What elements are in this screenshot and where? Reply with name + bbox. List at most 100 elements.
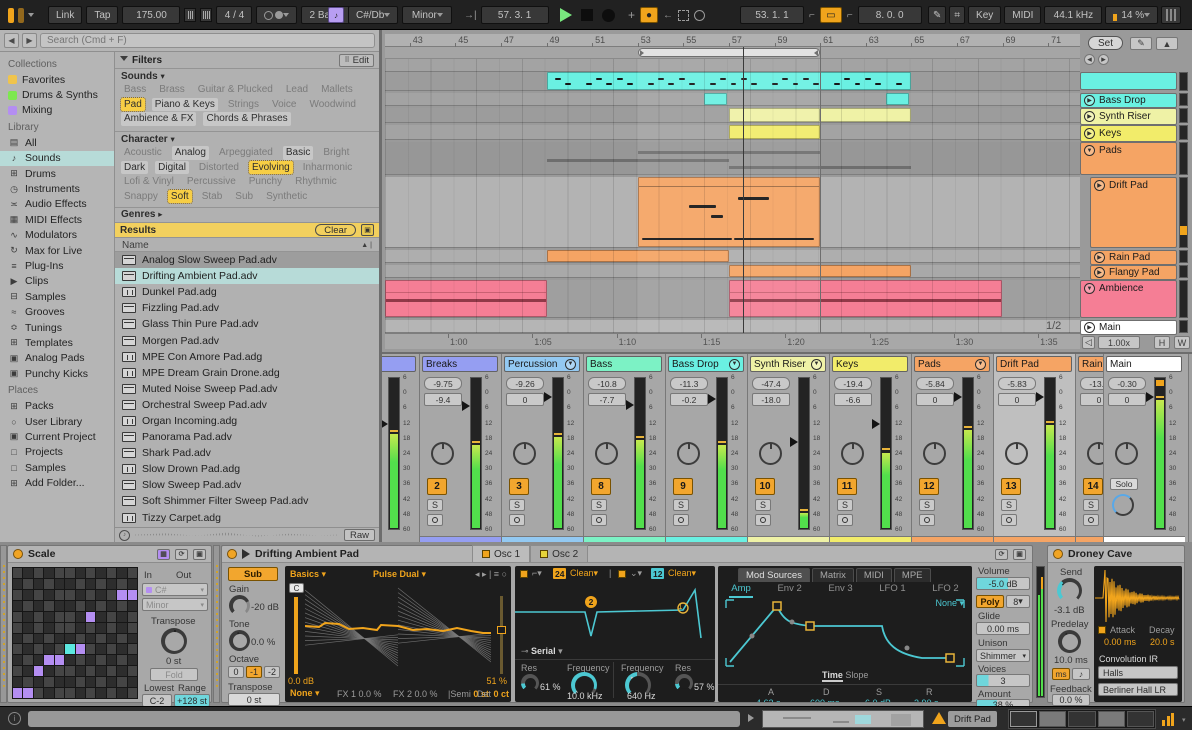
scale-grid-cell[interactable] (96, 634, 105, 644)
scale-grid-cell[interactable] (86, 634, 95, 644)
wt-position-slider[interactable] (500, 596, 503, 674)
scale-grid-cell[interactable] (65, 634, 74, 644)
scale-grid-cell[interactable] (107, 612, 116, 622)
monitor-button[interactable] (919, 514, 935, 526)
scale-grid-cell[interactable] (44, 634, 53, 644)
channel-header[interactable]: Bass Drop▼ (668, 356, 744, 372)
filter-tag-lofi-vinyl[interactable]: Lofi & Vinyl (121, 175, 177, 189)
sidebar-item-drums[interactable]: ⊞Drums (0, 166, 114, 181)
scale-grid-cell[interactable] (76, 601, 85, 611)
filter-tag-snappy[interactable]: Snappy (121, 190, 161, 204)
scale-grid-cell[interactable] (86, 688, 95, 698)
scale-grid-cell[interactable] (23, 590, 32, 600)
scale-grid-cell[interactable] (96, 601, 105, 611)
volume-value[interactable]: 0 (1080, 393, 1104, 406)
result-item-soft-shimmer-filter-sweep-pad-adv[interactable]: Soft Shimmer Filter Sweep Pad.adv (115, 493, 379, 509)
group-icon[interactable]: ▼ (729, 359, 740, 370)
scale-grid-cell[interactable] (44, 644, 53, 654)
device-drag-handle[interactable] (213, 545, 220, 703)
pan-knob[interactable] (431, 442, 454, 465)
filter1-node[interactable]: 1 (678, 602, 682, 611)
track-activator[interactable]: 9 (673, 478, 693, 495)
result-item-glass-thin-pure-pad-adv[interactable]: Glass Thin Pure Pad.adv (115, 316, 379, 332)
scale-grid-cell[interactable] (44, 568, 53, 578)
filter-routing-menu[interactable]: ⊸ Serial ▾ (521, 646, 563, 657)
track-lane-flangy-pad[interactable] (385, 265, 1080, 278)
midi-map-button[interactable]: MIDI (1004, 6, 1041, 24)
loop-brace[interactable] (638, 48, 820, 57)
raw-button[interactable]: Raw (344, 529, 375, 541)
scale-grid-cell[interactable] (96, 666, 105, 676)
arrangement-position-field[interactable]: 57. 3. 1 (481, 6, 549, 24)
clip-synth-riser[interactable] (820, 108, 911, 122)
channel-header[interactable]: Main (1106, 356, 1182, 372)
scale-grid-cell[interactable] (65, 623, 74, 633)
count-in-icon[interactable] (200, 8, 212, 22)
loop-switch[interactable]: ▭ (820, 7, 842, 23)
result-item-organ-incoming-adg[interactable]: Organ Incoming.adg (115, 413, 379, 429)
preview-icon[interactable] (242, 549, 250, 559)
tab-matrix[interactable]: Matrix (812, 568, 854, 582)
lock-icon[interactable]: ▲ (1156, 37, 1178, 50)
filter-tag-arpeggiated[interactable]: Arpeggiated (216, 146, 276, 160)
sustain-value[interactable]: -6.0 dB (862, 698, 891, 702)
filter-tag-inharmonic[interactable]: Inharmonic (300, 161, 355, 175)
filter-tag-stab[interactable]: Stab (199, 190, 226, 204)
clear-filters-button[interactable]: Clear (315, 224, 356, 236)
chevron-down-icon[interactable]: ▾ (1182, 716, 1186, 724)
forward-icon[interactable]: ▶ (22, 33, 37, 48)
track-lane-pads[interactable] (385, 142, 1080, 175)
fader-handle[interactable] (462, 401, 470, 411)
unison-mode-menu[interactable]: Shimmer▾ (976, 649, 1030, 662)
clip-keys[interactable] (729, 125, 820, 139)
scale-grid-cell[interactable] (128, 612, 137, 622)
osc-level-slider[interactable] (294, 597, 298, 674)
scale-grid-cell[interactable] (34, 644, 43, 654)
reverb-device-header[interactable]: Droney Cave (1048, 546, 1184, 563)
filter-tag-guitar-plucked[interactable]: Guitar & Plucked (195, 83, 276, 97)
track-header-pads[interactable]: ▼Pads (1080, 142, 1177, 175)
scale-grid-cell[interactable] (34, 677, 43, 687)
scale-grid-cell[interactable] (128, 644, 137, 654)
tone-knob[interactable] (229, 630, 250, 651)
save-filter-icon[interactable]: ▣ (361, 224, 374, 236)
pencil-icon[interactable]: ✎ (1130, 37, 1152, 50)
scale-grid-cell[interactable] (128, 666, 137, 676)
sync-mode-button[interactable]: ♪ (1072, 668, 1090, 680)
filter-curve[interactable] (515, 582, 715, 642)
sounds-filter-label[interactable]: Sounds ▾ (115, 69, 379, 84)
voices-field[interactable]: 3 (976, 674, 1030, 687)
fader-handle[interactable] (1036, 392, 1044, 402)
scale-grid[interactable] (12, 567, 138, 699)
filter2-on-icon[interactable] (618, 570, 626, 578)
monitor-button[interactable] (591, 514, 607, 526)
filter-tag-chords-phrases[interactable]: Chords & Phrases (203, 112, 290, 126)
scale-grid-cell[interactable] (55, 568, 64, 578)
wavetable-category-menu[interactable]: Basics ▾ (290, 569, 326, 580)
device-on-icon[interactable] (227, 549, 237, 559)
result-item-mpe-dream-grain-drone-adg[interactable]: MPE Dream Grain Drone.adg (115, 365, 379, 381)
fader-handle[interactable] (626, 400, 634, 410)
scale-grid-cell[interactable] (96, 612, 105, 622)
chevron-down-icon[interactable] (28, 13, 34, 20)
scale-grid-cell[interactable] (86, 590, 95, 600)
predelay-knob[interactable] (1058, 630, 1081, 653)
decay-value[interactable]: 600 ms (810, 698, 840, 702)
capture-midi-icon[interactable]: + (628, 8, 635, 22)
fader-handle[interactable] (790, 437, 798, 447)
result-item-dunkel-pad-adg[interactable]: Dunkel Pad.adg (115, 284, 379, 300)
metronome-icon[interactable] (184, 8, 196, 22)
clip-ambience[interactable] (729, 280, 1003, 317)
map-mode-icon[interactable]: ▦ (157, 549, 170, 560)
track-lane-bass-drop[interactable] (385, 93, 1080, 106)
track-activator[interactable]: 11 (837, 478, 857, 495)
track-activator[interactable]: 13 (1001, 478, 1021, 495)
scale-grid-cell[interactable] (34, 623, 43, 633)
pan-knob[interactable] (923, 442, 946, 465)
track-fold-icon[interactable]: ▶ (1084, 322, 1095, 333)
pan-knob[interactable] (1115, 442, 1138, 465)
filter-tag-bright[interactable]: Bright (320, 146, 352, 160)
expand-tracks-icon[interactable]: ▸ (1098, 54, 1109, 65)
channel-header[interactable]: Drums (382, 356, 416, 372)
scale-grid-cell[interactable] (128, 688, 137, 698)
